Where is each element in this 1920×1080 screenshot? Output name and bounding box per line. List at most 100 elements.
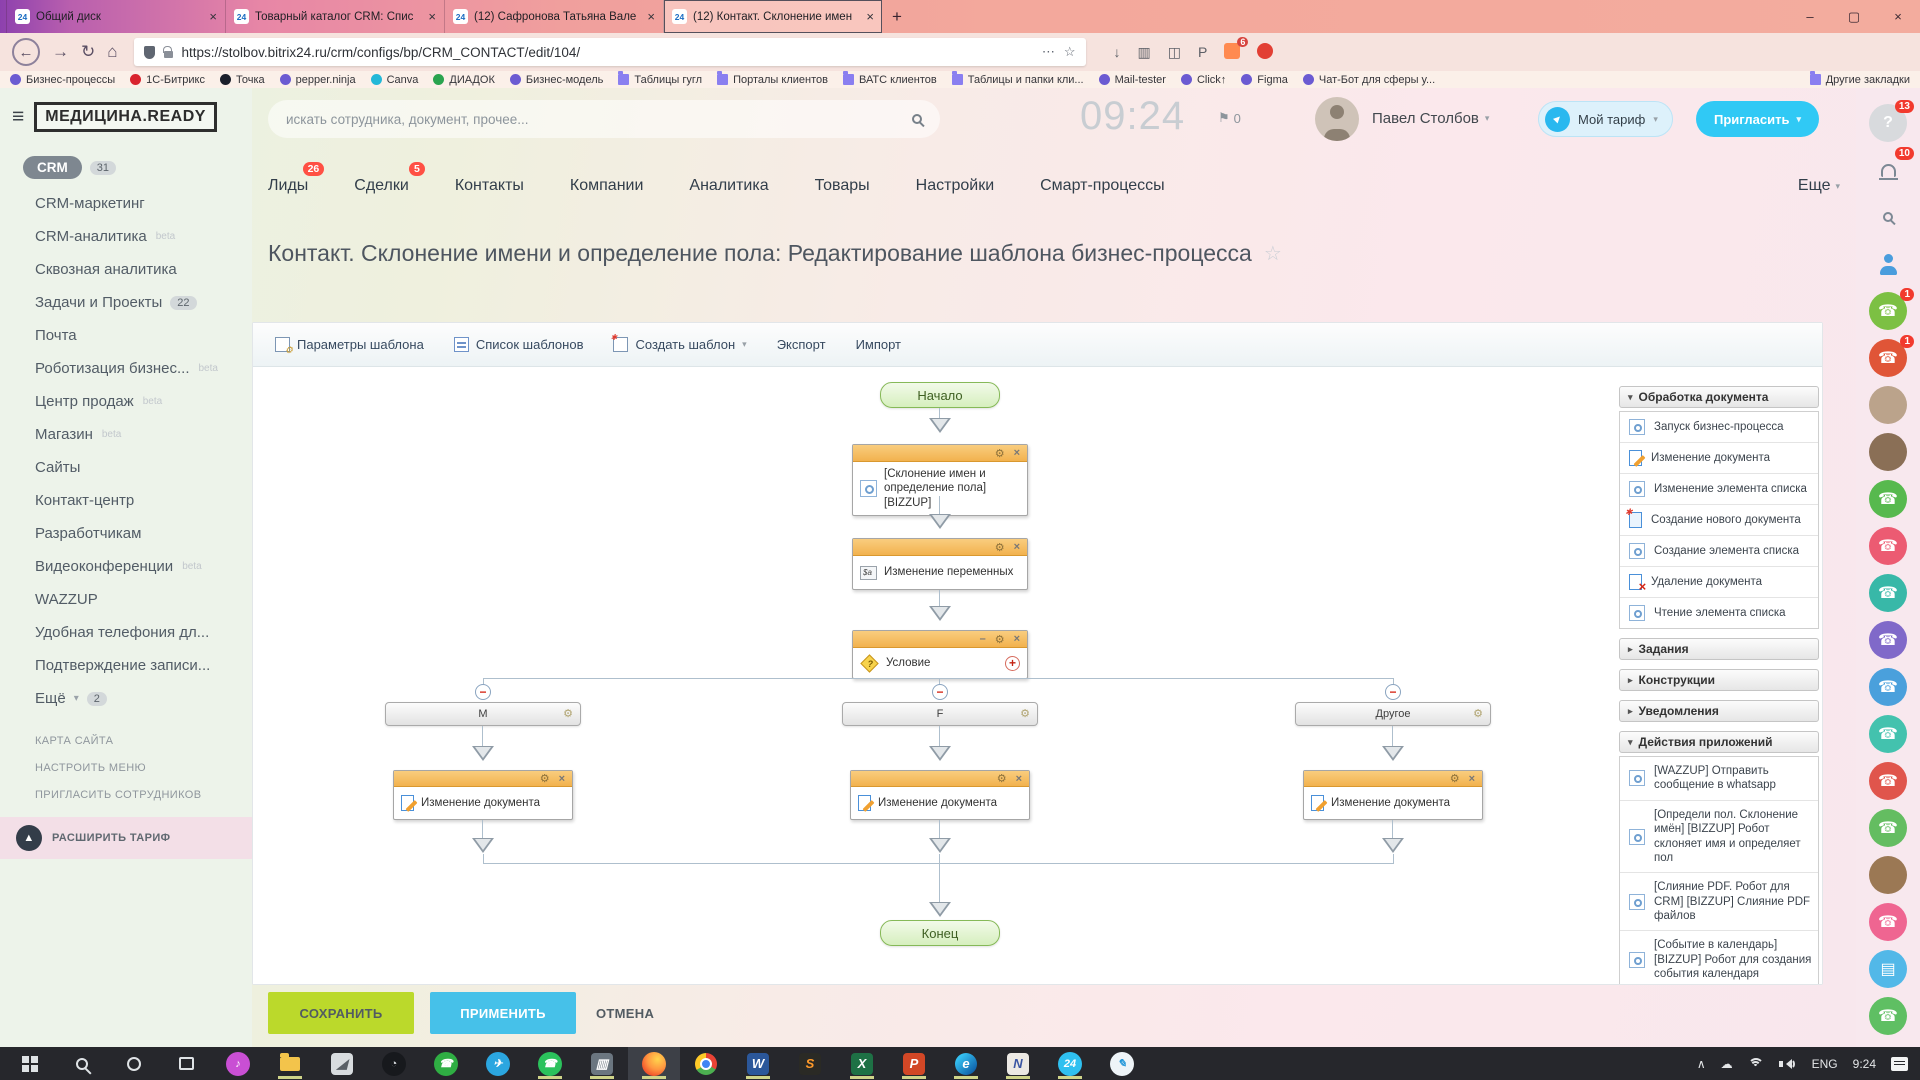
bookmark[interactable]: Точка xyxy=(220,74,265,86)
employees-button[interactable] xyxy=(1869,245,1907,283)
panel-section-constructions[interactable]: ▸ Конструкции xyxy=(1619,669,1819,691)
browser-tab[interactable]: 24 Общий диск × xyxy=(6,0,225,33)
expand-tariff-button[interactable]: ▲ РАСШИРИТЬ ТАРИФ xyxy=(0,817,252,859)
sidebar-item[interactable]: Задачи и Проекты 22 xyxy=(0,286,252,319)
drawing-app[interactable]: ✎ xyxy=(1096,1047,1148,1080)
cortana[interactable] xyxy=(108,1047,160,1080)
browser-tab[interactable]: 24 Товарный каталог CRM: Спис × xyxy=(225,0,444,33)
bookmark[interactable]: Click↑ xyxy=(1181,74,1226,86)
crm-nav-item[interactable]: Аналитика xyxy=(689,177,768,195)
sidebar-item[interactable]: Видеоконференцииbeta xyxy=(0,550,252,583)
window-minimize-button[interactable]: – xyxy=(1788,0,1832,33)
chat-contact-button[interactable] xyxy=(1869,856,1907,894)
sidebar-footer-link[interactable]: ПРИГЛАСИТЬ СОТРУДНИКОВ xyxy=(35,789,252,801)
action-center-icon[interactable] xyxy=(1891,1057,1908,1071)
crm-nav-item[interactable]: Контакты xyxy=(455,177,524,195)
crm-nav-item[interactable]: Настройки xyxy=(916,177,994,195)
node-delete-icon[interactable]: × xyxy=(1014,447,1020,459)
activity-list-item[interactable]: Удаление документа xyxy=(1620,567,1818,598)
user-avatar[interactable] xyxy=(1315,97,1359,141)
downloads-icon[interactable]: ↓ xyxy=(1114,44,1121,60)
sidebar-item[interactable]: Подтверждение записи... xyxy=(0,649,252,682)
activity-list-item[interactable]: Изменение элемента списка xyxy=(1620,474,1818,505)
bookmark[interactable]: ВАТС клиентов xyxy=(843,74,937,86)
node-settings-gear-icon[interactable]: ⚙ xyxy=(997,772,1007,785)
node-delete-icon[interactable]: × xyxy=(559,773,565,785)
word[interactable]: W xyxy=(732,1047,784,1080)
sidebar-item[interactable]: Центр продажbeta xyxy=(0,385,252,418)
activity-list-item[interactable]: Создание нового документа xyxy=(1620,505,1818,536)
excel[interactable]: X xyxy=(836,1047,888,1080)
activity-list-item[interactable]: [Событие в календарь] [BIZZUP] Робот для… xyxy=(1620,931,1818,984)
bookmark[interactable]: pepper.ninja xyxy=(280,74,356,86)
itunes[interactable]: ♪ xyxy=(212,1047,264,1080)
crm-nav-item[interactable]: Компании xyxy=(570,177,644,195)
cancel-button[interactable]: ОТМЕНА xyxy=(596,1006,654,1021)
task-view[interactable] xyxy=(160,1047,212,1080)
menu-hamburger-icon[interactable]: ≡ xyxy=(12,105,24,129)
page-actions-dots-icon[interactable]: ⋯ xyxy=(1042,44,1055,60)
collapse-branch-icon[interactable]: − xyxy=(475,684,491,700)
file-explorer[interactable] xyxy=(264,1047,316,1080)
activity-list-item[interactable]: Запуск бизнес-процесса xyxy=(1620,412,1818,443)
my-tariff-button[interactable]: ▲ Мой тариф ▾ xyxy=(1538,101,1673,137)
search-input[interactable] xyxy=(286,112,912,127)
sidebar-item[interactable]: CRM-маркетинг xyxy=(0,187,252,220)
bookmark[interactable]: Mail-tester xyxy=(1099,74,1166,86)
sublime-text[interactable]: S xyxy=(784,1047,836,1080)
chat-contact-button[interactable]: ▤ xyxy=(1869,950,1907,988)
crm-nav-item[interactable]: Лиды 26 xyxy=(268,177,308,195)
branch-settings-gear-icon[interactable]: ⚙ xyxy=(1020,707,1030,720)
activity-list-item[interactable]: Изменение документа xyxy=(1620,443,1818,474)
url-text[interactable]: https://stolbov.bitrix24.ru/crm/configs/… xyxy=(182,45,1033,60)
sidebar-toggle-icon[interactable]: ◫ xyxy=(1168,44,1181,61)
node-settings-gear-icon[interactable]: ⚙ xyxy=(995,447,1005,460)
sidebar-item[interactable]: Сайты xyxy=(0,451,252,484)
global-search[interactable] xyxy=(268,100,940,138)
telegram[interactable]: ✈ xyxy=(472,1047,524,1080)
add-branch-icon[interactable]: + xyxy=(1005,656,1020,671)
bitrix24-app[interactable]: 24 xyxy=(1044,1047,1096,1080)
branch-header[interactable]: M ⚙ xyxy=(385,702,581,726)
collapse-branch-icon[interactable]: − xyxy=(932,684,948,700)
chat-contact-button[interactable]: ☎ xyxy=(1869,997,1907,1035)
sidebar-item[interactable]: CRM 31 xyxy=(0,148,252,187)
export-button[interactable]: Экспорт xyxy=(777,337,826,352)
window-restore-button[interactable]: ▢ xyxy=(1832,0,1876,33)
chat-contact-button[interactable]: ☎ 1 xyxy=(1869,292,1907,330)
alarms-clock[interactable]: ◔ xyxy=(368,1047,420,1080)
chat-contact-button[interactable]: ☎ xyxy=(1869,903,1907,941)
import-button[interactable]: Импорт xyxy=(856,337,901,352)
crm-nav-item[interactable]: Смарт-процессы xyxy=(1040,177,1165,195)
node-delete-icon[interactable]: × xyxy=(1016,773,1022,785)
chat-contact-button[interactable]: ☎ xyxy=(1869,480,1907,518)
collapse-branch-icon[interactable]: − xyxy=(1385,684,1401,700)
other-bookmarks-button[interactable]: Другие закладки xyxy=(1810,74,1910,86)
whatsapp[interactable]: ☎ xyxy=(524,1047,576,1080)
bp-end-node[interactable]: Конец xyxy=(880,920,1000,946)
snipping-tool[interactable]: ◢ xyxy=(316,1047,368,1080)
chat-contact-button[interactable]: ☎ xyxy=(1869,527,1907,565)
bookmark[interactable]: ДИАДОК xyxy=(433,74,494,86)
start-button[interactable] xyxy=(4,1047,56,1080)
bp-node-bizzup-app[interactable]: ⚙ × [Склонение имен и определение пола] … xyxy=(852,444,1028,516)
bookmark[interactable]: 1С-Битрикс xyxy=(130,74,205,86)
powerpoint[interactable]: P xyxy=(888,1047,940,1080)
chat-contact-button[interactable]: ☎ xyxy=(1869,668,1907,706)
bookmark[interactable]: Таблицы гугл xyxy=(618,74,702,86)
node-collapse-icon[interactable]: – xyxy=(980,633,986,645)
sidebar-item[interactable]: Магазинbeta xyxy=(0,418,252,451)
onedrive-icon[interactable]: ☁ xyxy=(1721,1057,1733,1071)
tab-close-icon[interactable]: × xyxy=(209,9,217,24)
node-settings-gear-icon[interactable]: ⚙ xyxy=(540,772,550,785)
template-list-button[interactable]: Список шаблонов xyxy=(454,337,584,352)
tray-chevron-icon[interactable]: ∧ xyxy=(1697,1057,1706,1071)
pocket-icon[interactable]: P xyxy=(1198,44,1207,60)
favorite-star-icon[interactable]: ☆ xyxy=(1264,241,1282,266)
bookmark[interactable]: Canva xyxy=(371,74,419,86)
user-menu[interactable]: Павел Столбов ▾ xyxy=(1372,110,1489,127)
address-bar[interactable]: https://stolbov.bitrix24.ru/crm/configs/… xyxy=(134,38,1086,66)
tab-close-icon[interactable]: × xyxy=(647,9,655,24)
wifi-icon[interactable] xyxy=(1748,1058,1764,1069)
create-template-button[interactable]: Создать шаблон ▾ xyxy=(613,337,746,352)
